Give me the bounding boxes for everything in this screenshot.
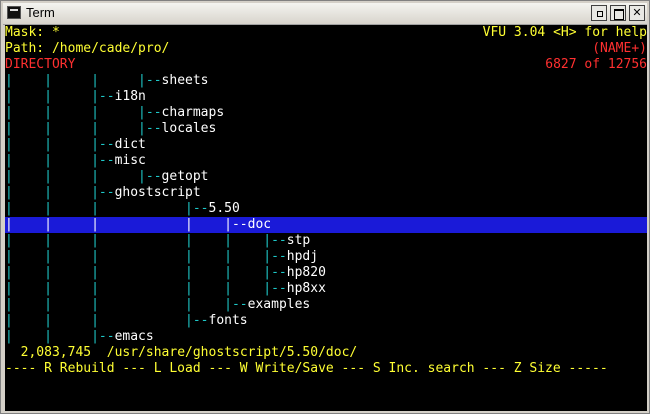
tree-guides: | | |-- — [5, 329, 115, 344]
directory-name: dict — [114, 137, 146, 152]
path-label: Path: — [5, 41, 45, 56]
directory-name: hp820 — [286, 265, 326, 280]
tree-guides: | | | |-- — [5, 105, 162, 120]
directory-size: 2,083,745 — [20, 345, 92, 360]
directory-name: examples — [247, 297, 311, 312]
directory-name: locales — [161, 121, 217, 136]
tree-row[interactable]: | | | |--getopt — [5, 169, 647, 185]
directory-name: misc — [114, 153, 146, 168]
terminal-screen[interactable]: Mask: * VFU 3.04 <H> for help Path: /hom… — [5, 25, 647, 411]
terminal-window: Term ✕ Mask: * VFU 3.04 <H> for help Pat… — [0, 0, 650, 414]
tree-row[interactable]: | | |--misc — [5, 153, 647, 169]
path-value: /home/cade/pro/ — [51, 41, 170, 56]
tree-row[interactable]: | | | |--locales — [5, 121, 647, 137]
terminal-icon — [7, 6, 21, 19]
view-mode: DIRECTORY — [5, 57, 76, 72]
tree-guides: | | |-- — [5, 185, 115, 200]
tree-row[interactable]: | | | | | |--hpdj — [5, 249, 647, 265]
directory-name: charmaps — [161, 105, 225, 120]
tree-guides: | | |-- — [5, 89, 115, 104]
title-bar[interactable]: Term ✕ — [3, 3, 647, 25]
mode-line: DIRECTORY 6827 of 12756 — [5, 57, 647, 73]
path-line: Path: /home/cade/pro/ (NAME+) — [5, 41, 647, 57]
tree-guides: | | | | | |-- — [5, 233, 287, 248]
minimize-button[interactable] — [591, 5, 607, 21]
tree-row[interactable]: | | |--emacs — [5, 329, 647, 345]
tree-guides: | | | | |-- — [5, 217, 248, 232]
tree-row[interactable]: | | |--i18n — [5, 89, 647, 105]
app-version: VFU 3.04 <H> for help — [482, 25, 647, 40]
directory-name: doc — [247, 217, 272, 232]
tree-row[interactable]: | | |--dict — [5, 137, 647, 153]
tree-guides: | | |-- — [5, 153, 115, 168]
tree-guides: | | | | | |-- — [5, 249, 287, 264]
directory-name: hp8xx — [286, 281, 326, 296]
status-line: 2,083,745 /usr/share/ghostscript/5.50/do… — [5, 345, 647, 361]
mask-label: Mask: — [5, 25, 45, 40]
tree-row[interactable]: | | | |--sheets — [5, 73, 647, 89]
current-path: /usr/share/ghostscript/5.50/doc/ — [106, 345, 358, 360]
tree-row[interactable]: | | | |--5.50 — [5, 201, 647, 217]
directory-name: 5.50 — [208, 201, 240, 216]
directory-name: sheets — [161, 73, 209, 88]
tree-guides: | | | | |-- — [5, 297, 248, 312]
tree-row[interactable]: | | | | | |--hp8xx — [5, 281, 647, 297]
directory-name: fonts — [208, 313, 248, 328]
tree-guides: | | |-- — [5, 137, 115, 152]
tree-guides: | | | |-- — [5, 201, 209, 216]
directory-name: hpdj — [286, 249, 319, 264]
directory-name: stp — [286, 233, 311, 248]
tree-row[interactable]: | | | |--fonts — [5, 313, 647, 329]
tree-row[interactable]: | | |--ghostscript — [5, 185, 647, 201]
directory-name: emacs — [114, 329, 154, 344]
tree-row[interactable]: | | | |--charmaps — [5, 105, 647, 121]
mask-line: Mask: * VFU 3.04 <H> for help — [5, 25, 647, 41]
tree-guides: | | | |-- — [5, 121, 162, 136]
tree-guides: | | | |-- — [5, 169, 162, 184]
directory-name: ghostscript — [114, 185, 201, 200]
command-bar: ---- R Rebuild --- L Load --- W Write/Sa… — [5, 361, 608, 376]
sort-mode: (NAME+) — [592, 41, 647, 56]
tree-row-selected[interactable]: | | | | |--doc — [5, 217, 647, 233]
maximize-button[interactable] — [610, 5, 626, 21]
tree-row[interactable]: | | | | |--examples — [5, 297, 647, 313]
directory-name: i18n — [114, 89, 146, 104]
close-button[interactable]: ✕ — [629, 5, 645, 21]
tree-guides: | | | |-- — [5, 73, 162, 88]
tree-guides: | | | | | |-- — [5, 265, 287, 280]
window-title: Term — [26, 5, 55, 20]
mask-value: * — [51, 25, 60, 40]
tree-guides: | | | |-- — [5, 313, 209, 328]
tree-guides: | | | | | |-- — [5, 281, 287, 296]
position-counter: 6827 of 12756 — [545, 57, 647, 72]
tree-row[interactable]: | | | | | |--stp — [5, 233, 647, 249]
tree-row[interactable]: | | | | | |--hp820 — [5, 265, 647, 281]
directory-name: getopt — [161, 169, 209, 184]
